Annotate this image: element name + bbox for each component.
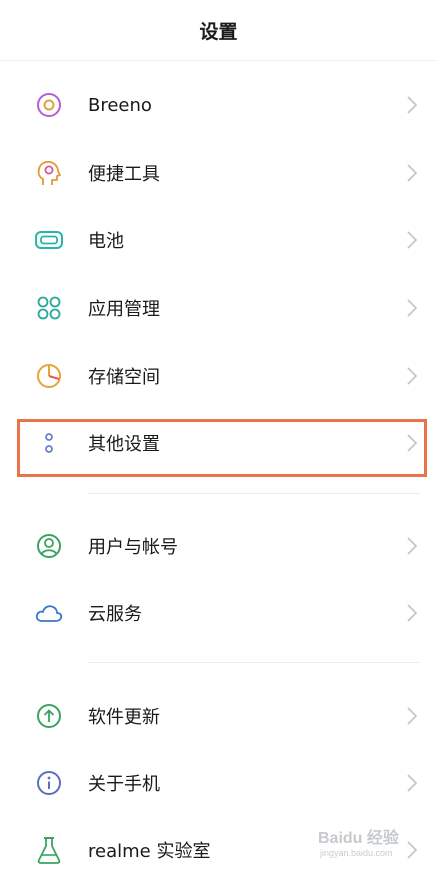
settings-item-storage[interactable]: 存储空间 <box>0 346 437 406</box>
chevron-right-icon <box>405 163 419 183</box>
settings-item-label: 关于手机 <box>88 774 160 795</box>
settings-item-breeno[interactable]: Breeno <box>0 75 437 135</box>
software-update-icon <box>35 702 63 730</box>
settings-item-user-account[interactable]: 用户与帐号 <box>0 516 437 576</box>
settings-item-other-settings[interactable]: 其他设置 <box>0 413 437 473</box>
settings-item-about-phone[interactable]: 关于手机 <box>0 753 437 813</box>
chevron-right-icon <box>405 536 419 556</box>
settings-item-label: 电池 <box>88 231 124 252</box>
chevron-right-icon <box>405 433 419 453</box>
settings-item-label: 其他设置 <box>88 434 160 455</box>
settings-item-label: 云服务 <box>88 604 142 625</box>
settings-item-convenience-tools[interactable]: 便捷工具 <box>0 143 437 203</box>
settings-item-label: realme 实验室 <box>88 841 211 862</box>
chevron-right-icon <box>405 298 419 318</box>
page-title: 设置 <box>199 20 238 43</box>
settings-item-cloud[interactable]: 云服务 <box>0 583 437 643</box>
battery-icon <box>35 226 63 254</box>
settings-item-label: Breeno <box>88 94 152 116</box>
section-divider <box>88 493 420 494</box>
chevron-right-icon <box>405 230 419 250</box>
settings-item-label: 便捷工具 <box>88 164 160 185</box>
user-account-icon <box>35 532 63 560</box>
about-phone-icon <box>35 769 63 797</box>
chevron-right-icon <box>405 95 419 115</box>
settings-item-label: 存储空间 <box>88 367 160 388</box>
convenience-tools-icon <box>35 159 63 187</box>
section-divider <box>88 662 420 663</box>
chevron-right-icon <box>405 603 419 623</box>
chevron-right-icon <box>405 706 419 726</box>
lab-flask-icon <box>35 836 63 864</box>
breeno-icon <box>35 91 63 119</box>
watermark-subtext: jingyan.baidu.com <box>320 848 393 858</box>
watermark-text: Baidu 经验 <box>318 830 399 847</box>
app-management-icon <box>35 294 63 322</box>
chevron-right-icon <box>405 366 419 386</box>
chevron-right-icon <box>405 773 419 793</box>
header-bar: 设置 <box>0 0 437 61</box>
settings-item-software-update[interactable]: 软件更新 <box>0 686 437 746</box>
settings-item-label: 应用管理 <box>88 299 160 320</box>
settings-item-label: 软件更新 <box>88 707 160 728</box>
storage-icon <box>35 362 63 390</box>
baidu-watermark: Baidu 经验 jingyan.baidu.com <box>318 824 418 868</box>
settings-item-app-management[interactable]: 应用管理 <box>0 278 437 338</box>
cloud-icon <box>35 599 63 627</box>
settings-item-battery[interactable]: 电池 <box>0 210 437 270</box>
settings-item-label: 用户与帐号 <box>88 537 178 558</box>
other-settings-icon <box>35 429 63 457</box>
